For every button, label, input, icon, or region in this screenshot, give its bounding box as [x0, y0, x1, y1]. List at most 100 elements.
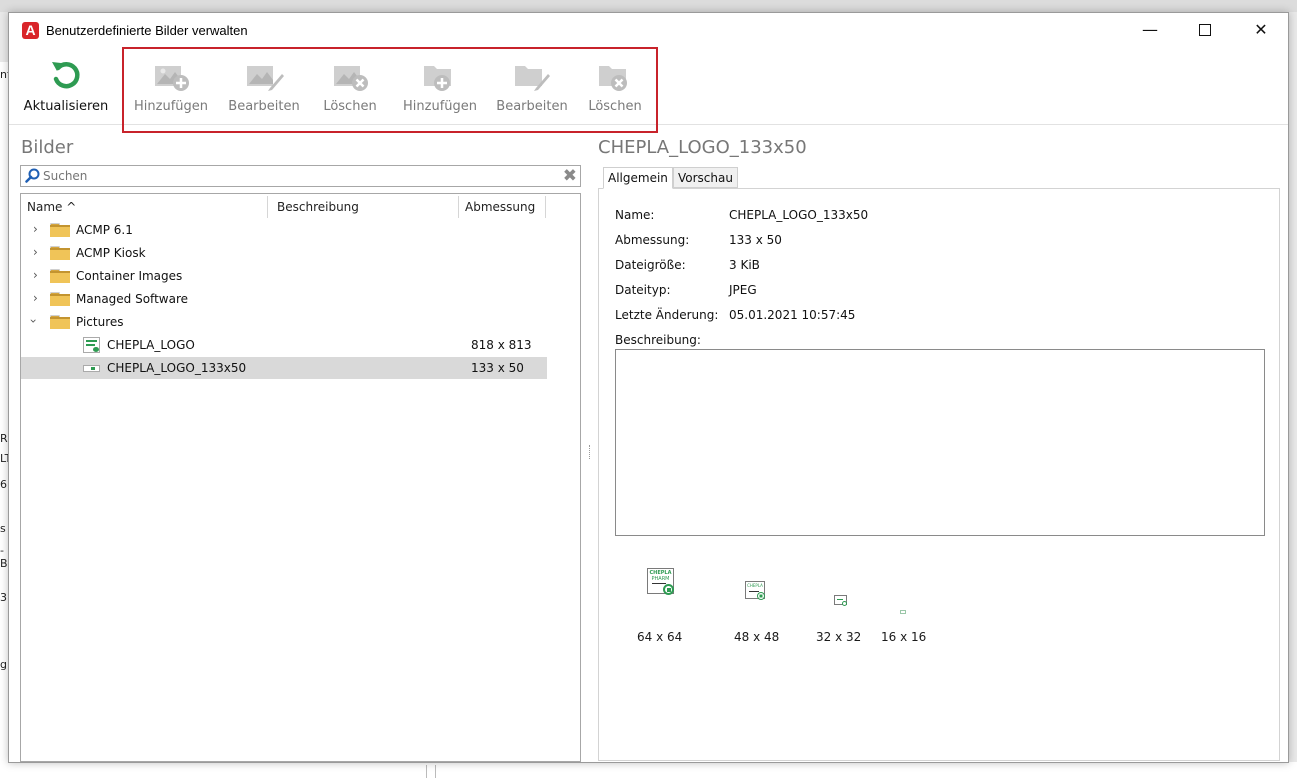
background-text-fragment: R: [0, 432, 8, 445]
edit-image-icon: [225, 55, 303, 95]
delete-folder-label: Löschen: [588, 99, 642, 114]
add-image-button[interactable]: Hinzufügen: [127, 55, 215, 121]
tree-folder-row[interactable]: › Container Images: [21, 265, 547, 287]
preview-64-caption: 64 x 64: [637, 630, 683, 644]
tree-folder-row[interactable]: › ACMP Kiosk: [21, 242, 547, 264]
property-value-last-modified: 05.01.2021 10:57:45: [729, 308, 856, 322]
refresh-button[interactable]: Aktualisieren: [14, 55, 118, 121]
folder-icon: [50, 246, 70, 260]
folder-name: ACMP 6.1: [76, 223, 133, 237]
preview-48-caption: 48 x 48: [734, 630, 780, 644]
image-name: CHEPLA_LOGO_133x50: [107, 361, 247, 375]
search-icon: [25, 168, 40, 186]
edit-folder-button[interactable]: Bearbeiten: [493, 55, 571, 121]
close-button[interactable]: ✕: [1238, 13, 1284, 49]
tree-folder-row[interactable]: › ACMP 6.1: [21, 219, 547, 241]
add-image-icon: [127, 55, 215, 95]
preview-48-image: CHEPLA: [745, 581, 765, 600]
image-thumbnail-icon: [83, 365, 100, 372]
background-app-bottom-strip: [0, 762, 1297, 778]
delete-image-button[interactable]: Löschen: [314, 55, 386, 121]
minimize-button[interactable]: —: [1127, 13, 1173, 49]
property-value-name: CHEPLA_LOGO_133x50: [729, 208, 869, 222]
delete-image-label: Löschen: [323, 99, 377, 114]
expand-chevron-icon[interactable]: ›: [33, 268, 38, 282]
column-header-name[interactable]: Name ^: [27, 200, 76, 214]
tree-folder-row[interactable]: › Managed Software: [21, 288, 547, 310]
add-folder-icon: [396, 55, 484, 95]
search-box: ✖: [20, 165, 581, 187]
background-text-fragment: s: [0, 522, 6, 535]
expand-chevron-icon[interactable]: ›: [33, 291, 38, 305]
tree-image-row[interactable]: CHEPLA_LOGO 818 x 813: [21, 334, 547, 356]
folder-name: Container Images: [76, 269, 183, 283]
edit-image-label: Bearbeiten: [228, 99, 300, 114]
pane-splitter[interactable]: [589, 445, 592, 459]
delete-folder-button[interactable]: Löschen: [581, 55, 649, 121]
expand-chevron-icon[interactable]: ›: [33, 222, 38, 236]
delete-folder-icon: [581, 55, 649, 95]
folder-icon: [50, 223, 70, 237]
images-pane-title: Bilder: [21, 137, 74, 158]
tab-preview[interactable]: Vorschau: [673, 167, 738, 188]
property-label-file-size: Dateigröße:: [615, 258, 686, 272]
details-pane-title: CHEPLA_LOGO_133x50: [598, 137, 807, 158]
maximize-button[interactable]: [1182, 13, 1228, 49]
column-header-name-label: Name: [27, 200, 63, 214]
delete-image-icon: [314, 55, 386, 95]
preview-64-image: CHEPLA PHARM: [647, 568, 674, 595]
background-text-fragment: g: [0, 658, 7, 671]
preview-16-caption: 16 x 16: [881, 630, 927, 644]
folder-name: Managed Software: [76, 292, 188, 306]
image-dimension: 133 x 50: [471, 361, 524, 375]
property-value-file-size: 3 KiB: [729, 258, 760, 272]
preview-32-caption: 32 x 32: [816, 630, 862, 644]
edit-folder-label: Bearbeiten: [496, 99, 568, 114]
clear-search-icon[interactable]: ✖: [563, 167, 577, 185]
window-title: Benutzerdefinierte Bilder verwalten: [46, 23, 248, 38]
description-field[interactable]: [615, 349, 1265, 536]
folder-name: Pictures: [76, 315, 124, 329]
property-label-file-type: Dateityp:: [615, 283, 671, 297]
app-logo-icon: A: [22, 22, 39, 39]
column-separator[interactable]: [545, 196, 546, 218]
minimize-icon: —: [1142, 20, 1158, 39]
preview-32-image: [834, 595, 847, 606]
expand-chevron-icon[interactable]: ›: [33, 245, 38, 259]
add-image-label: Hinzufügen: [134, 99, 208, 114]
property-label-dimension: Abmessung:: [615, 233, 690, 247]
logo-text-line1-small: CHEPLA: [747, 583, 763, 588]
background-text-fragment: 6: [0, 478, 7, 491]
edit-image-button[interactable]: Bearbeiten: [225, 55, 303, 121]
property-label-last-modified: Letzte Änderung:: [615, 308, 719, 322]
collapse-chevron-icon[interactable]: ›: [26, 319, 40, 324]
images-tree-list: Name ^ Beschreibung Abmessung › ACMP 6.1…: [20, 193, 581, 762]
folder-name: ACMP Kiosk: [76, 246, 146, 260]
manage-images-dialog: A Benutzerdefinierte Bilder verwalten — …: [8, 12, 1289, 763]
column-header-description[interactable]: Beschreibung: [277, 200, 359, 214]
image-thumbnail-icon: [83, 337, 100, 353]
image-dimension: 818 x 813: [471, 338, 532, 352]
refresh-label: Aktualisieren: [23, 99, 109, 114]
add-folder-button[interactable]: Hinzufügen: [396, 55, 484, 121]
column-separator[interactable]: [267, 196, 268, 218]
column-header-dimension[interactable]: Abmessung: [465, 200, 535, 214]
logo-text-line2: PHARM: [651, 576, 670, 582]
preview-16-image: [900, 610, 906, 614]
tree-image-row-selected[interactable]: CHEPLA_LOGO_133x50 133 x 50: [21, 357, 547, 379]
title-bar[interactable]: A Benutzerdefinierte Bilder verwalten — …: [9, 13, 1288, 49]
search-input[interactable]: [41, 167, 551, 185]
image-name: CHEPLA_LOGO: [107, 338, 195, 352]
property-label-name: Name:: [615, 208, 655, 222]
background-app-titlebar: [0, 0, 1297, 12]
folder-icon: [50, 269, 70, 283]
column-separator[interactable]: [458, 196, 459, 218]
add-folder-label: Hinzufügen: [403, 99, 477, 114]
refresh-icon: [14, 55, 118, 95]
ribbon-toolbar: Aktualisieren Hinzufügen Bearbeiten Lösc…: [9, 47, 1288, 133]
edit-folder-icon: [493, 55, 571, 95]
property-value-dimension: 133 x 50: [729, 233, 782, 247]
tab-general[interactable]: Allgemein: [603, 167, 673, 189]
tree-folder-row[interactable]: › Pictures: [21, 311, 547, 333]
close-icon: ✕: [1254, 20, 1268, 39]
